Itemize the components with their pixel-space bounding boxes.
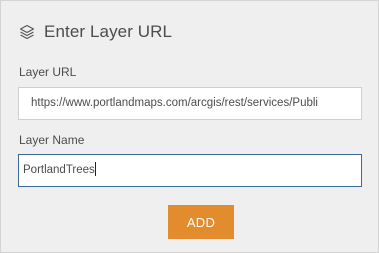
panel-header: Enter Layer URL [19, 18, 172, 46]
add-button[interactable]: ADD [168, 205, 234, 239]
enter-layer-url-panel: Enter Layer URL Layer URL https://www.po… [0, 0, 379, 253]
layers-icon [19, 24, 35, 40]
layer-url-label: Layer URL [19, 65, 77, 79]
layer-name-input[interactable]: PortlandTrees [18, 154, 362, 187]
layer-url-value: https://www.portlandmaps.com/arcgis/rest… [31, 97, 318, 109]
layer-name-value: PortlandTrees [23, 164, 95, 176]
layer-url-input[interactable]: https://www.portlandmaps.com/arcgis/rest… [18, 87, 362, 120]
panel-title: Enter Layer URL [44, 22, 173, 41]
layer-name-label: Layer Name [19, 133, 85, 147]
text-caret [94, 161, 96, 176]
